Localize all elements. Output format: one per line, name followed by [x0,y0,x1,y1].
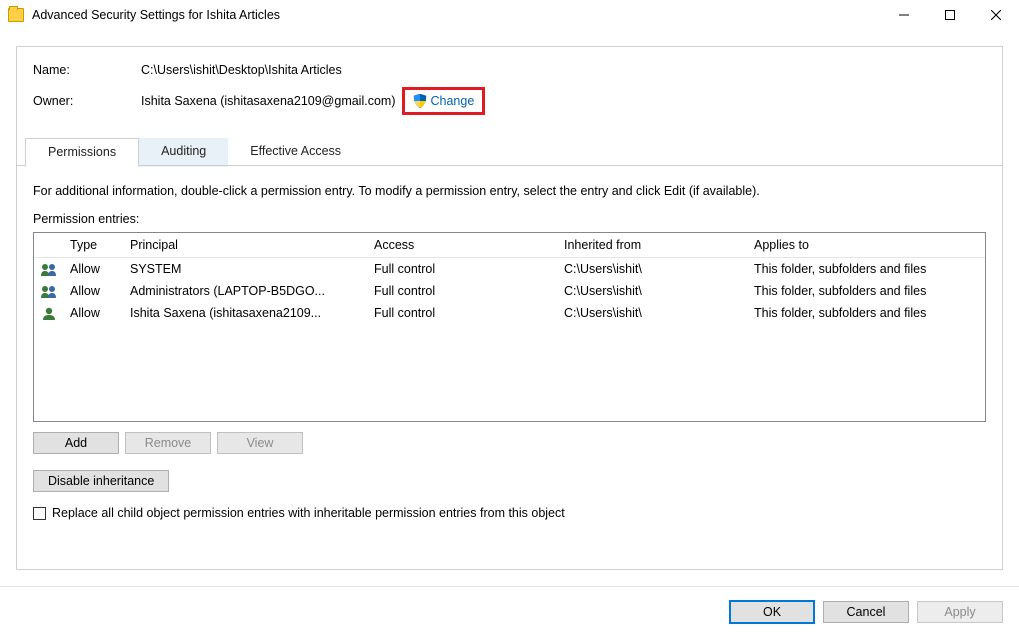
cell-applies: This folder, subfolders and files [748,260,985,278]
cell-applies: This folder, subfolders and files [748,282,985,300]
grid-header: Type Principal Access Inherited from App… [34,233,985,258]
tab-permissions[interactable]: Permissions [25,138,139,167]
window-title: Advanced Security Settings for Ishita Ar… [32,8,280,22]
cell-principal: SYSTEM [124,260,368,278]
apply-button[interactable]: Apply [917,601,1003,623]
principal-icon [40,306,58,320]
col-applies[interactable]: Applies to [748,233,985,257]
name-label: Name: [33,63,141,77]
entries-label: Permission entries: [33,212,986,226]
cell-type: Allow [64,260,124,278]
owner-value: Ishita Saxena (ishitasaxena2109@gmail.co… [141,94,396,108]
disable-inheritance-button[interactable]: Disable inheritance [33,470,169,492]
ok-button[interactable]: OK [729,600,815,624]
replace-children-checkbox[interactable] [33,507,46,520]
titlebar: Advanced Security Settings for Ishita Ar… [0,0,1019,30]
cell-inherited: C:\Users\ishit\ [558,282,748,300]
close-button[interactable] [973,0,1019,30]
cell-type: Allow [64,304,124,322]
cell-access: Full control [368,304,558,322]
help-text: For additional information, double-click… [33,184,986,198]
col-inherited[interactable]: Inherited from [558,233,748,257]
owner-label: Owner: [33,94,141,108]
cell-access: Full control [368,260,558,278]
table-row[interactable]: AllowAdministrators (LAPTOP-B5DGO...Full… [34,280,985,302]
cell-principal: Administrators (LAPTOP-B5DGO... [124,282,368,300]
replace-children-label: Replace all child object permission entr… [52,506,565,520]
change-owner-highlight: Change [402,87,486,115]
principal-icon [40,284,58,298]
col-type[interactable]: Type [64,233,124,257]
permissions-grid[interactable]: Type Principal Access Inherited from App… [33,232,986,422]
col-access[interactable]: Access [368,233,558,257]
add-button[interactable]: Add [33,432,119,454]
name-value: C:\Users\ishit\Desktop\Ishita Articles [141,63,342,77]
principal-icon [40,262,58,276]
cell-inherited: C:\Users\ishit\ [558,304,748,322]
col-principal[interactable]: Principal [124,233,368,257]
cell-type: Allow [64,282,124,300]
remove-button[interactable]: Remove [125,432,211,454]
dialog-footer: OK Cancel Apply [0,586,1019,636]
cell-applies: This folder, subfolders and files [748,304,985,322]
cancel-button[interactable]: Cancel [823,601,909,623]
view-button[interactable]: View [217,432,303,454]
cell-inherited: C:\Users\ishit\ [558,260,748,278]
panel: Name: C:\Users\ishit\Desktop\Ishita Arti… [16,46,1003,570]
cell-principal: Ishita Saxena (ishitasaxena2109... [124,304,368,322]
cell-access: Full control [368,282,558,300]
table-row[interactable]: AllowSYSTEMFull controlC:\Users\ishit\Th… [34,258,985,280]
tab-effective-access[interactable]: Effective Access [228,138,363,167]
folder-icon [8,8,24,22]
tabs: Permissions Auditing Effective Access [17,137,1002,166]
shield-icon [413,94,427,108]
maximize-button[interactable] [927,0,973,30]
tab-auditing[interactable]: Auditing [139,138,228,167]
change-owner-link[interactable]: Change [431,94,475,108]
table-row[interactable]: AllowIshita Saxena (ishitasaxena2109...F… [34,302,985,324]
minimize-button[interactable] [881,0,927,30]
